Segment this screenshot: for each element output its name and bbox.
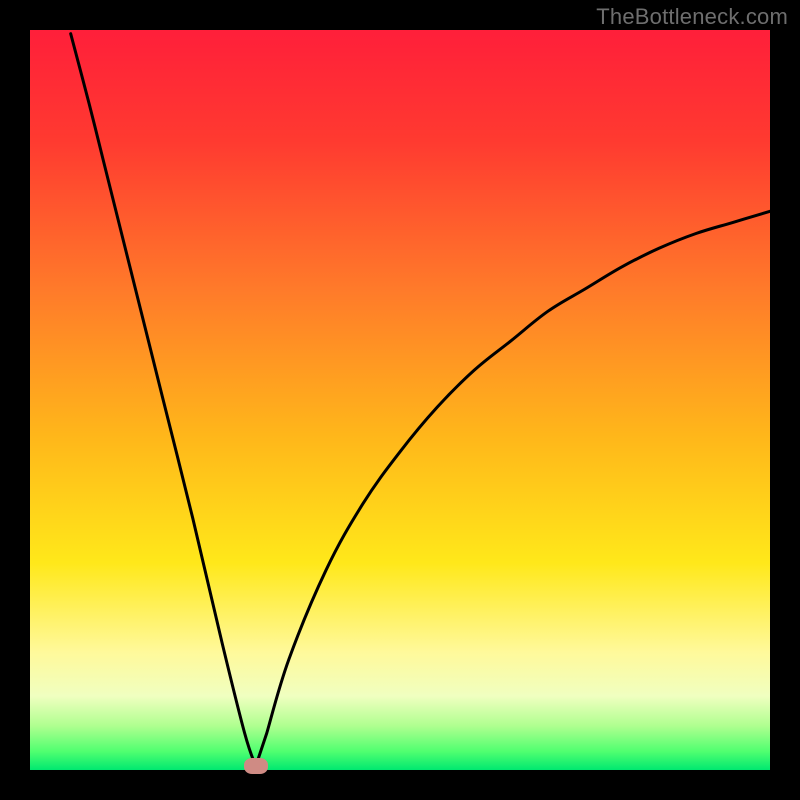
watermark-text: TheBottleneck.com	[596, 4, 788, 30]
chart-frame: TheBottleneck.com	[0, 0, 800, 800]
plot-svg	[30, 30, 770, 770]
gradient-background	[30, 30, 770, 770]
plot-area	[30, 30, 770, 770]
